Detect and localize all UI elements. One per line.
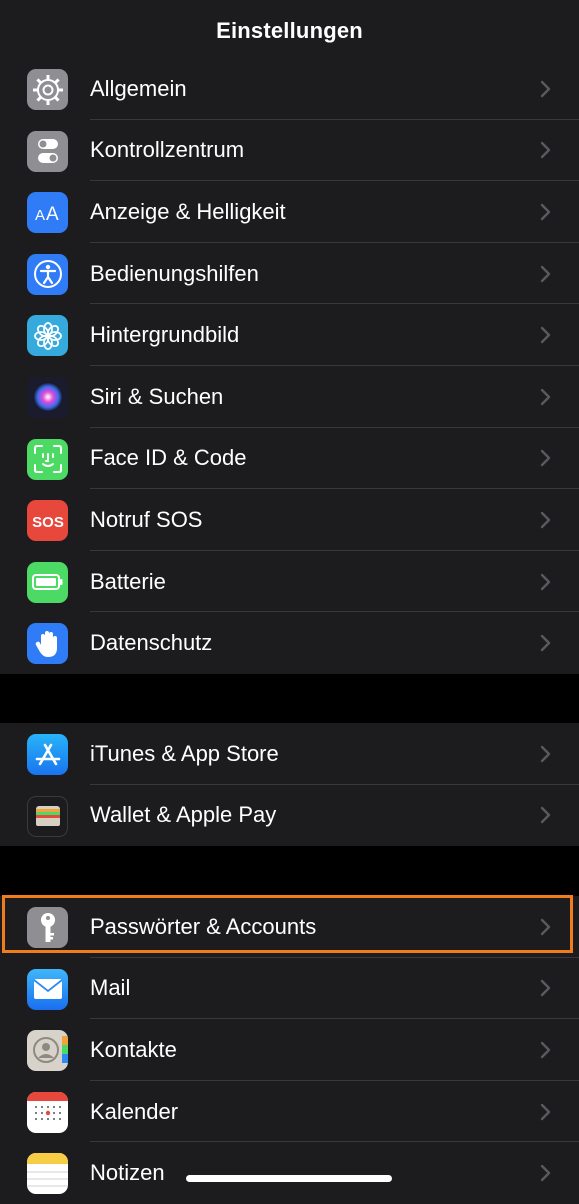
settings-row-face-id[interactable]: Face ID & Code <box>0 428 579 490</box>
settings-row-allgemein[interactable]: Allgemein <box>0 58 579 120</box>
face-id-icon <box>27 438 68 480</box>
settings-row-label: Kontakte <box>90 1036 177 1062</box>
chevron-right-icon <box>540 723 551 785</box>
hand-icon <box>27 623 68 665</box>
settings-row-kontrollzentrum[interactable]: Kontrollzentrum <box>0 120 579 182</box>
accessibility-icon <box>27 253 68 295</box>
settings-row-notruf[interactable]: SOS Notruf SOS <box>0 489 579 551</box>
settings-row-hintergrundbild[interactable]: Hintergrundbild <box>0 304 579 366</box>
chevron-right-icon <box>540 551 551 613</box>
home-indicator[interactable] <box>186 1175 392 1182</box>
chevron-right-icon <box>540 58 551 120</box>
settings-row-passwoerter[interactable]: Passwörter & Accounts <box>0 896 579 958</box>
settings-row-kontakte[interactable]: Kontakte <box>0 1019 579 1081</box>
settings-row-label: Allgemein <box>90 75 187 101</box>
settings-row-label: Kontrollzentrum <box>90 137 245 163</box>
settings-row-label: Passwörter & Accounts <box>90 913 317 939</box>
settings-row-siri[interactable]: Siri & Suchen <box>0 366 579 428</box>
svg-text:A: A <box>35 207 45 224</box>
mail-icon <box>27 968 68 1010</box>
settings-row-label: Notruf SOS <box>90 506 203 532</box>
app-store-icon <box>27 734 68 775</box>
chevron-right-icon <box>540 489 551 551</box>
settings-row-label: Face ID & Code <box>90 445 247 471</box>
settings-row-label: Notizen <box>90 1160 165 1186</box>
flower-icon <box>27 315 68 357</box>
settings-row-mail[interactable]: Mail <box>0 958 579 1020</box>
battery-icon <box>27 561 68 603</box>
settings-row-label: Hintergrundbild <box>90 322 240 348</box>
settings-group-general: Allgemein Kontrollzentrum AA Anzeige & H… <box>0 58 579 674</box>
settings-group-store: iTunes & App Store Wallet & Apple Pay <box>0 723 579 847</box>
settings-row-label: iTunes & App Store <box>90 740 279 766</box>
svg-text:SOS: SOS <box>32 514 64 531</box>
settings-row-app-store[interactable]: iTunes & App Store <box>0 723 579 785</box>
key-icon <box>27 907 68 948</box>
navigation-bar: Einstellungen <box>0 0 579 62</box>
settings-row-batterie[interactable]: Batterie <box>0 551 579 613</box>
siri-icon <box>27 376 68 418</box>
page-title: Einstellungen <box>216 17 363 43</box>
settings-row-label: Bedienungshilfen <box>90 260 259 286</box>
chevron-right-icon <box>540 181 551 243</box>
settings-row-label: Mail <box>90 975 131 1001</box>
settings-row-label: Wallet & Apple Pay <box>90 802 277 828</box>
settings-row-label: Anzeige & Helligkeit <box>90 198 286 224</box>
chevron-right-icon <box>540 428 551 490</box>
chevron-right-icon <box>540 304 551 366</box>
settings-row-wallet[interactable]: Wallet & Apple Pay <box>0 785 579 847</box>
settings-row-label: Datenschutz <box>90 630 213 656</box>
contacts-icon <box>27 1030 68 1072</box>
gear-icon <box>27 69 68 110</box>
chevron-right-icon <box>540 958 551 1020</box>
chevron-right-icon <box>540 1019 551 1081</box>
chevron-right-icon <box>540 366 551 428</box>
chevron-right-icon <box>540 785 551 847</box>
settings-row-anzeige[interactable]: AA Anzeige & Helligkeit <box>0 181 579 243</box>
calendar-icon <box>27 1091 68 1133</box>
chevron-right-icon <box>540 896 551 958</box>
svg-text:A: A <box>46 204 59 225</box>
settings-row-datenschutz[interactable]: Datenschutz <box>0 612 579 674</box>
chevron-right-icon <box>540 243 551 305</box>
settings-row-label: Kalender <box>90 1098 179 1124</box>
notes-icon <box>27 1153 68 1195</box>
settings-row-bedienungshilfen[interactable]: Bedienungshilfen <box>0 243 579 305</box>
chevron-right-icon <box>540 120 551 182</box>
wallet-icon <box>27 795 68 837</box>
chevron-right-icon <box>540 1081 551 1143</box>
settings-row-notizen[interactable]: Notizen <box>0 1142 579 1204</box>
toggle-icon <box>27 130 68 172</box>
chevron-right-icon <box>540 1142 551 1204</box>
settings-row-label: Siri & Suchen <box>90 383 224 409</box>
chevron-right-icon <box>540 612 551 674</box>
settings-row-kalender[interactable]: Kalender <box>0 1081 579 1143</box>
settings-row-label: Batterie <box>90 568 166 594</box>
settings-group-accounts: Passwörter & Accounts Mail Kontakte Kale… <box>0 896 579 1204</box>
text-size-icon: AA <box>27 192 68 234</box>
sos-icon: SOS <box>27 500 68 542</box>
